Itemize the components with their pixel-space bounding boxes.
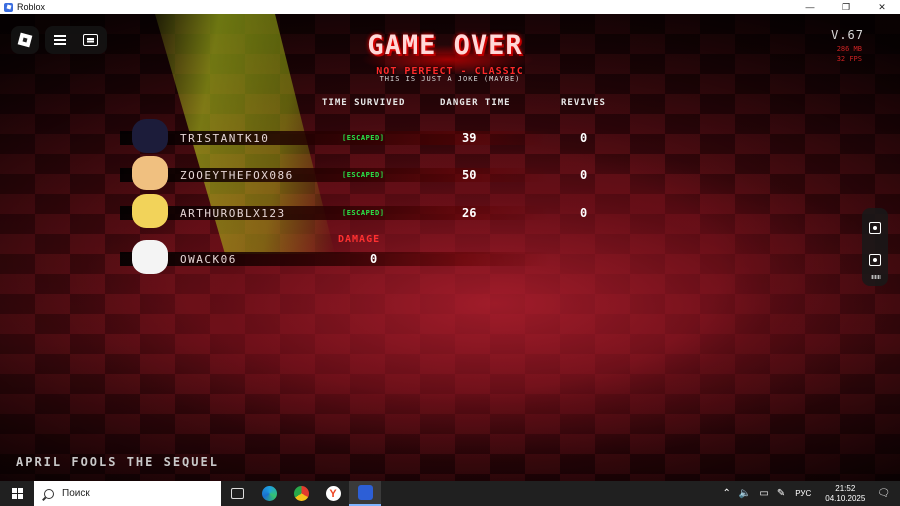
damage-value: 0 [370, 252, 378, 266]
start-button[interactable] [0, 481, 34, 506]
chrome-button[interactable] [285, 481, 317, 506]
revives-value: 0 [580, 168, 588, 182]
drag-handle-icon[interactable] [871, 275, 881, 279]
record-icon[interactable] [869, 222, 881, 234]
player-avatar [132, 194, 168, 228]
danger-time-value: 39 [462, 131, 477, 145]
player-name: ZOOEYTHEFOX086 [180, 169, 294, 182]
chat-icon[interactable] [83, 34, 99, 46]
killer-avatar [132, 240, 168, 274]
column-danger-time: DANGER TIME [440, 98, 511, 108]
clock-date: 04.10.2025 [825, 493, 866, 503]
network-icon[interactable]: ▭ [759, 488, 768, 499]
search-icon [44, 488, 54, 499]
clock[interactable]: 21:52 04.10.2025 [825, 484, 865, 504]
edge-button[interactable] [253, 481, 285, 506]
revives-value: 0 [580, 131, 588, 145]
roblox-logo-icon [17, 32, 33, 48]
chrome-icon [293, 486, 309, 501]
roblox-icon [357, 485, 373, 500]
footer-caption: APRIL FOOLS THE SEQUEL [16, 455, 219, 469]
killer-name: OWACK06 [180, 253, 237, 266]
version-label: V.67 [831, 28, 864, 42]
status-escaped: [ESCAPED] [342, 171, 385, 179]
fps-readout: 32 FPS [836, 55, 862, 63]
player-name: TRISTANTK10 [180, 132, 270, 145]
hamburger-icon[interactable] [53, 35, 66, 45]
clock-time: 21:52 [835, 483, 856, 493]
player-row: TRISTANTK10 [ESCAPED] 39 0 [110, 119, 587, 153]
window-titlebar: Roblox — ❐ ✕ [0, 0, 900, 14]
damage-header: DAMAGE [338, 234, 381, 245]
player-avatar [132, 119, 168, 153]
player-avatar [132, 156, 168, 190]
windows-logo-icon [11, 488, 23, 499]
player-row: ARTHUROBLX123 [ESCAPED] 26 0 [110, 194, 587, 228]
taskbar-search[interactable]: Поиск [34, 481, 221, 506]
game-viewport[interactable]: GAME OVER NOT PERFECT - CLASSIC THIS IS … [0, 14, 900, 481]
roblox-app-icon [4, 2, 13, 12]
danger-time-value: 26 [462, 206, 477, 220]
player-row: ZOOEYTHEFOX086 [ESCAPED] 50 0 [110, 156, 587, 190]
edge-icon [261, 486, 277, 501]
joke-text: THIS IS JUST A JOKE (MAYBE) [379, 75, 521, 83]
volume-icon[interactable]: 🔈 [739, 488, 751, 499]
yandex-icon: Y [325, 486, 341, 501]
task-view-button[interactable] [221, 481, 253, 506]
language-indicator[interactable]: РУС [795, 489, 811, 498]
search-placeholder: Поиск [62, 488, 90, 499]
close-button[interactable]: ✕ [864, 0, 900, 14]
task-view-icon [230, 488, 244, 499]
status-escaped: [ESCAPED] [342, 134, 385, 142]
column-time-survived: TIME SURVIVED [322, 98, 406, 108]
status-escaped: [ESCAPED] [342, 209, 385, 217]
system-tray: ⌃ 🔈 ▭ ✎ РУС 21:52 04.10.2025 🗨 [719, 481, 900, 506]
capture-panel [862, 208, 888, 286]
roblox-menu-button[interactable] [11, 26, 39, 54]
killer-row: OWACK06 0 [110, 240, 550, 274]
maximize-button[interactable]: ❐ [828, 0, 864, 14]
player-name: ARTHUROBLX123 [180, 207, 286, 220]
window-title: Roblox [17, 2, 46, 12]
column-revives: REVIVES [561, 98, 606, 108]
game-over-title: GAME OVER [367, 30, 523, 61]
chevron-up-icon[interactable]: ⌃ [723, 488, 731, 499]
minimize-button[interactable]: — [792, 0, 828, 14]
yandex-button[interactable]: Y [317, 481, 349, 506]
topbar-menu [45, 26, 107, 54]
revives-value: 0 [580, 206, 588, 220]
roblox-taskbar-button[interactable] [349, 481, 381, 506]
danger-time-value: 50 [462, 168, 477, 182]
pen-icon[interactable]: ✎ [777, 488, 785, 499]
notifications-icon[interactable]: 🗨 [877, 488, 890, 499]
memory-readout: 286 MB [836, 45, 862, 53]
windows-taskbar: Поиск Y ⌃ 🔈 ▭ ✎ РУС 21:52 04.10.2025 🗨 [0, 481, 900, 506]
screenshot-icon[interactable] [869, 254, 881, 266]
